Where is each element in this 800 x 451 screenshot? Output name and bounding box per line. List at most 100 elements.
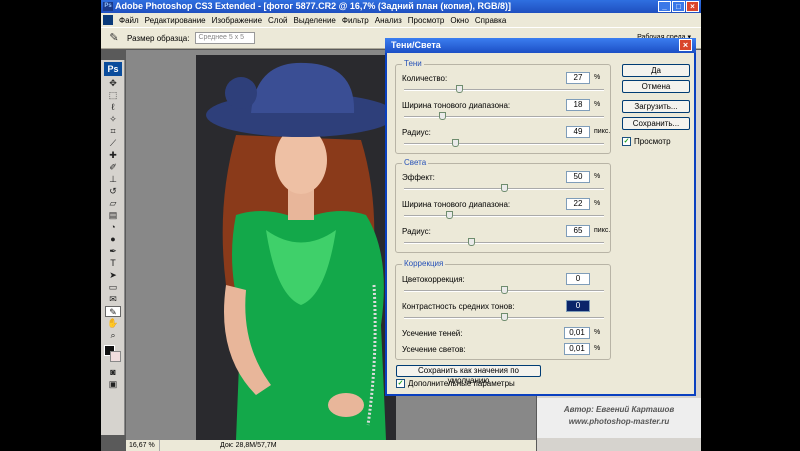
- shadows-amount-unit: %: [594, 74, 601, 81]
- highlights-tonal-slider[interactable]: [446, 211, 454, 219]
- sample-size-select[interactable]: Среднее 5 x 5: [195, 32, 256, 44]
- shape-tool-icon[interactable]: ▭: [105, 282, 121, 293]
- zoom-level[interactable]: 16,67 %: [126, 440, 160, 451]
- title-bar: Ps Adobe Photoshop CS3 Extended - [фотог…: [101, 0, 701, 13]
- photoshop-logo: Ps: [104, 62, 122, 76]
- dodge-tool-icon[interactable]: ●: [105, 234, 121, 245]
- more-options-option[interactable]: ✓ Дополнительные параметры: [396, 379, 515, 388]
- ok-button[interactable]: Да: [622, 64, 690, 77]
- shadows-tonal-slider[interactable]: [438, 112, 446, 120]
- hand-tool-icon[interactable]: ✋: [105, 318, 121, 329]
- pen-tool-icon[interactable]: ✒: [105, 246, 121, 257]
- clip-highlights-input[interactable]: 0,01: [564, 343, 590, 355]
- highlights-tonal-label: Ширина тонового диапазона:: [402, 200, 511, 209]
- history-brush-tool-icon[interactable]: ↺: [105, 186, 121, 197]
- lasso-tool-icon[interactable]: ℓ: [105, 102, 121, 113]
- shadows-amount-input[interactable]: 27: [566, 72, 590, 84]
- type-tool-icon[interactable]: T: [105, 258, 121, 269]
- screen-mode-icon[interactable]: ▣: [105, 379, 121, 390]
- menu-filter[interactable]: Фильтр: [339, 16, 372, 25]
- highlights-radius-slider[interactable]: [467, 238, 475, 246]
- midtone-contrast-slider[interactable]: [500, 313, 508, 321]
- menu-help[interactable]: Справка: [472, 16, 509, 25]
- shadows-tonal-unit: %: [594, 101, 601, 108]
- highlights-radius-unit: пикс.: [594, 227, 611, 234]
- color-correction-slider[interactable]: [500, 286, 508, 294]
- document-size: Док: 28,8М/57,7М: [220, 442, 277, 449]
- shadows-radius-row: Радиус: 49 пикс.: [402, 126, 610, 152]
- eyedropper-icon[interactable]: ✎: [107, 31, 121, 45]
- status-bar: 16,67 % Док: 28,8М/57,7М: [126, 440, 536, 451]
- gradient-tool-icon[interactable]: ▤: [105, 210, 121, 221]
- blur-tool-icon[interactable]: ◔: [105, 222, 121, 233]
- preview-option[interactable]: ✓ Просмотр: [622, 137, 671, 146]
- shadows-radius-input[interactable]: 49: [566, 126, 590, 138]
- shadows-radius-unit: пикс.: [594, 128, 611, 135]
- menu-select[interactable]: Выделение: [290, 16, 338, 25]
- load-button[interactable]: Загрузить...: [622, 100, 690, 113]
- menu-image[interactable]: Изображение: [209, 16, 265, 25]
- color-correction-row: Цветокоррекция: 0: [402, 273, 606, 299]
- crop-tool-icon[interactable]: ⌗: [105, 126, 121, 137]
- sample-size-label: Размер образца:: [127, 33, 190, 43]
- correction-group-label: Коррекция: [402, 259, 446, 268]
- save-as-defaults-button[interactable]: Сохранить как значения по умолчанию: [396, 365, 541, 385]
- highlights-radius-input[interactable]: 65: [566, 225, 590, 237]
- shadows-radius-slider[interactable]: [452, 139, 460, 147]
- photo-image: [196, 55, 396, 440]
- menu-analysis[interactable]: Анализ: [372, 16, 405, 25]
- slice-tool-icon[interactable]: ⟋: [105, 138, 121, 149]
- close-window-button[interactable]: ×: [686, 1, 699, 12]
- shadows-tonal-track[interactable]: [404, 116, 604, 118]
- highlights-radius-track[interactable]: [404, 242, 604, 244]
- toolbox: Ps ✥ ⬚ ℓ ✧ ⌗ ⟋ ✚ ✐ ⊥ ↺ ▱ ▤ ◔ ● ✒ T ➤ ▭ ✉…: [101, 60, 125, 435]
- background-color-swatch[interactable]: [110, 351, 121, 362]
- menu-layer[interactable]: Слой: [265, 16, 290, 25]
- eraser-tool-icon[interactable]: ▱: [105, 198, 121, 209]
- shadows-amount-track[interactable]: [404, 89, 604, 91]
- midtone-contrast-input[interactable]: 0: [566, 300, 590, 312]
- shadows-amount-slider[interactable]: [456, 85, 464, 93]
- magic-wand-tool-icon[interactable]: ✧: [105, 114, 121, 125]
- dialog-close-button[interactable]: ×: [679, 39, 692, 51]
- highlights-group-label: Света: [402, 158, 429, 167]
- eyedropper-tool-icon[interactable]: ✎: [105, 306, 121, 317]
- clone-stamp-tool-icon[interactable]: ⊥: [105, 174, 121, 185]
- color-correction-input[interactable]: 0: [566, 273, 590, 285]
- cancel-button[interactable]: Отмена: [622, 80, 690, 93]
- document-icon: [103, 15, 113, 25]
- color-swatches[interactable]: [104, 345, 122, 363]
- shadows-tonal-input[interactable]: 18: [566, 99, 590, 111]
- preview-checkbox[interactable]: ✓: [622, 137, 631, 146]
- maximize-button[interactable]: □: [672, 1, 685, 12]
- highlights-tonal-row: Ширина тонового диапазона: 22 %: [402, 198, 606, 224]
- brush-tool-icon[interactable]: ✐: [105, 162, 121, 173]
- healing-brush-tool-icon[interactable]: ✚: [105, 150, 121, 161]
- highlights-tonal-input[interactable]: 22: [566, 198, 590, 210]
- save-button[interactable]: Сохранить...: [622, 117, 690, 130]
- highlights-radius-row: Радиус: 65 пикс.: [402, 225, 610, 251]
- minimize-button[interactable]: _: [658, 1, 671, 12]
- notes-tool-icon[interactable]: ✉: [105, 294, 121, 305]
- highlights-tonal-track[interactable]: [404, 215, 604, 217]
- menu-view[interactable]: Просмотр: [405, 16, 448, 25]
- website-line: www.photoshop-master.ru: [568, 417, 670, 426]
- shadows-amount-row: Количество: 27 %: [402, 72, 606, 98]
- shadows-radius-track[interactable]: [404, 143, 604, 145]
- dialog-title: Тени/Света: [385, 38, 696, 53]
- move-tool-icon[interactable]: ✥: [105, 78, 121, 89]
- clip-shadows-input[interactable]: 0,01: [564, 327, 590, 339]
- quick-mask-icon[interactable]: ◙: [105, 367, 121, 378]
- menu-file[interactable]: Файл: [116, 16, 142, 25]
- highlights-amount-row: Эффект: 50 %: [402, 171, 606, 197]
- marquee-tool-icon[interactable]: ⬚: [105, 90, 121, 101]
- highlights-amount-slider[interactable]: [500, 184, 508, 192]
- zoom-tool-icon[interactable]: ⌕: [105, 330, 121, 341]
- menu-window[interactable]: Окно: [447, 16, 472, 25]
- highlights-amount-input[interactable]: 50: [566, 171, 590, 183]
- clip-highlights-unit: %: [594, 345, 601, 352]
- path-selection-tool-icon[interactable]: ➤: [105, 270, 121, 281]
- shadows-amount-label: Количество:: [402, 74, 448, 83]
- more-options-checkbox[interactable]: ✓: [396, 379, 405, 388]
- menu-edit[interactable]: Редактирование: [142, 16, 209, 25]
